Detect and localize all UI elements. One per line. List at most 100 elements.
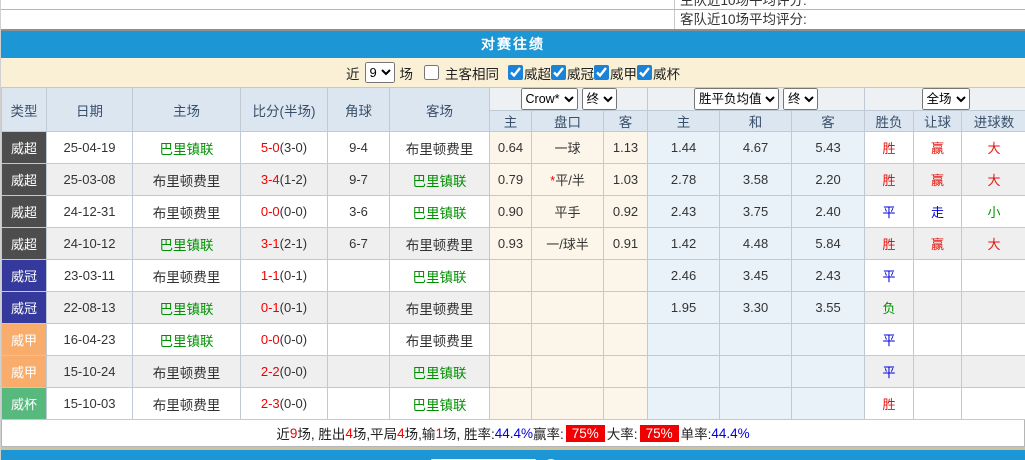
away-team-name: 巴里镇联	[390, 356, 490, 388]
handicap-result-cell: 走	[914, 196, 962, 228]
match-score: 1-1(0-1)	[241, 260, 328, 292]
handicap-change-star: *	[550, 173, 555, 188]
corner-score: 9-4	[328, 132, 390, 164]
fulltime-score: 0-0	[261, 204, 280, 219]
corner-score	[328, 292, 390, 324]
summary-stat-red: 1	[435, 426, 443, 441]
league-checkbox[interactable]	[637, 65, 652, 80]
asian-time-select[interactable]: 终	[582, 88, 617, 110]
europe-away-odds	[792, 356, 865, 388]
same-venue-checkbox[interactable]	[424, 65, 439, 80]
match-date: 25-03-08	[47, 164, 133, 196]
league-checkbox[interactable]	[508, 65, 523, 80]
asian-odds-header: Crow*终	[490, 88, 648, 111]
league-label: 威甲	[610, 63, 637, 83]
europe-draw-odds: 3.58	[720, 164, 792, 196]
table-row: 威超25-04-19巴里镇联5-0(3-0)9-4布里顿费里0.64一球1.13…	[2, 132, 1025, 164]
table-row: 威冠23-03-11布里顿费里1-1(0-1)巴里镇联2.463.452.43平	[2, 260, 1025, 292]
match-date: 22-08-13	[47, 292, 133, 324]
asian-company-select[interactable]: Crow*	[521, 88, 578, 110]
asian-handicap: 一/球半	[532, 228, 604, 260]
handicap-result-cell	[914, 324, 962, 356]
asian-home-odds	[490, 292, 532, 324]
away-team-name: 巴里镇联	[390, 164, 490, 196]
fulltime-score: 1-1	[261, 268, 280, 283]
handicap-result-cell	[914, 292, 962, 324]
asian-handicap	[532, 356, 604, 388]
summary-text: 场, 胜率:	[443, 423, 495, 443]
asian-handicap: *平/半	[532, 164, 604, 196]
europe-home-odds: 1.44	[648, 132, 720, 164]
league-type-badge: 威超	[2, 196, 47, 228]
europe-draw-odds: 3.45	[720, 260, 792, 292]
recent-games-select[interactable]: 9	[365, 62, 395, 83]
match-date: 15-10-03	[47, 388, 133, 420]
league-filter-威甲[interactable]: 威甲	[594, 63, 637, 83]
league-type-badge: 威冠	[2, 260, 47, 292]
europe-time-select[interactable]: 终	[783, 88, 818, 110]
league-type-badge: 威杯	[2, 388, 47, 420]
handicap-result-cell	[914, 260, 962, 292]
asian-handicap: 一球	[532, 132, 604, 164]
league-checkbox[interactable]	[594, 65, 609, 80]
europe-away-odds: 3.55	[792, 292, 865, 324]
asian-away-odds	[604, 292, 648, 324]
home-team-name: 布里顿费里	[133, 388, 241, 420]
col-header-type: 类型	[2, 88, 47, 132]
match-date: 23-03-11	[47, 260, 133, 292]
table-row: 威超24-12-31布里顿费里0-0(0-0)3-6巴里镇联0.90平手0.92…	[2, 196, 1025, 228]
away-team-name: 布里顿费里	[390, 228, 490, 260]
halftime-score: (1-2)	[280, 172, 307, 187]
europe-away-odds: 5.84	[792, 228, 865, 260]
league-label: 威冠	[567, 63, 594, 83]
asian-away-odds: 1.13	[604, 132, 648, 164]
league-filter-威超[interactable]: 威超	[508, 63, 551, 83]
halftime-score: (2-1)	[280, 236, 307, 251]
home-team-name: 布里顿费里	[133, 164, 241, 196]
result-cell: 胜	[865, 132, 914, 164]
europe-home-odds: 2.46	[648, 260, 720, 292]
league-filter-威杯[interactable]: 威杯	[637, 63, 680, 83]
europe-home-odds: 1.95	[648, 292, 720, 324]
result-cell: 平	[865, 196, 914, 228]
sub-col-header: 和	[720, 111, 792, 132]
halftime-score: (0-0)	[280, 396, 307, 411]
corner-score: 6-7	[328, 228, 390, 260]
away-team-name: 巴里镇联	[390, 388, 490, 420]
league-label: 威杯	[653, 63, 680, 83]
summary-text: 单率:	[681, 423, 712, 443]
europe-draw-odds: 3.75	[720, 196, 792, 228]
match-date: 24-10-12	[47, 228, 133, 260]
europe-home-odds	[648, 324, 720, 356]
fulltime-score: 3-1	[261, 236, 280, 251]
summary-text: 场, 胜出	[297, 423, 345, 443]
summary-stat-blue: 44.4%	[711, 426, 749, 441]
sub-col-header: 客	[792, 111, 865, 132]
league-filter-威冠[interactable]: 威冠	[551, 63, 594, 83]
goals-result-cell	[962, 356, 1025, 388]
result-cell: 胜	[865, 228, 914, 260]
halftime-score: (0-1)	[280, 300, 307, 315]
match-score: 0-1(0-1)	[241, 292, 328, 324]
scope-select[interactable]: 全场	[922, 88, 970, 110]
away-team-name: 布里顿费里	[390, 132, 490, 164]
europe-home-odds: 2.78	[648, 164, 720, 196]
section-title-bar: 对赛往绩	[1, 31, 1025, 58]
sub-col-header: 盘口	[532, 111, 604, 132]
asian-handicap: 平手	[532, 196, 604, 228]
europe-draw-odds	[720, 356, 792, 388]
col-header-corner: 角球	[328, 88, 390, 132]
league-checkbox[interactable]	[551, 65, 566, 80]
europe-type-select[interactable]: 胜平负均值	[694, 88, 779, 110]
divider	[674, 10, 675, 29]
asian-handicap	[532, 324, 604, 356]
league-type-badge: 威超	[2, 164, 47, 196]
same-venue-option[interactable]: 主客相同	[424, 63, 499, 83]
goals-result-cell	[962, 388, 1025, 420]
halftime-score: (0-0)	[280, 204, 307, 219]
away-rating-label: 客队近10场平均评分:	[680, 10, 807, 30]
summary-text: 大率:	[607, 423, 638, 443]
footer-title-bar	[1, 450, 1025, 460]
asian-away-odds: 1.03	[604, 164, 648, 196]
match-score: 3-4(1-2)	[241, 164, 328, 196]
